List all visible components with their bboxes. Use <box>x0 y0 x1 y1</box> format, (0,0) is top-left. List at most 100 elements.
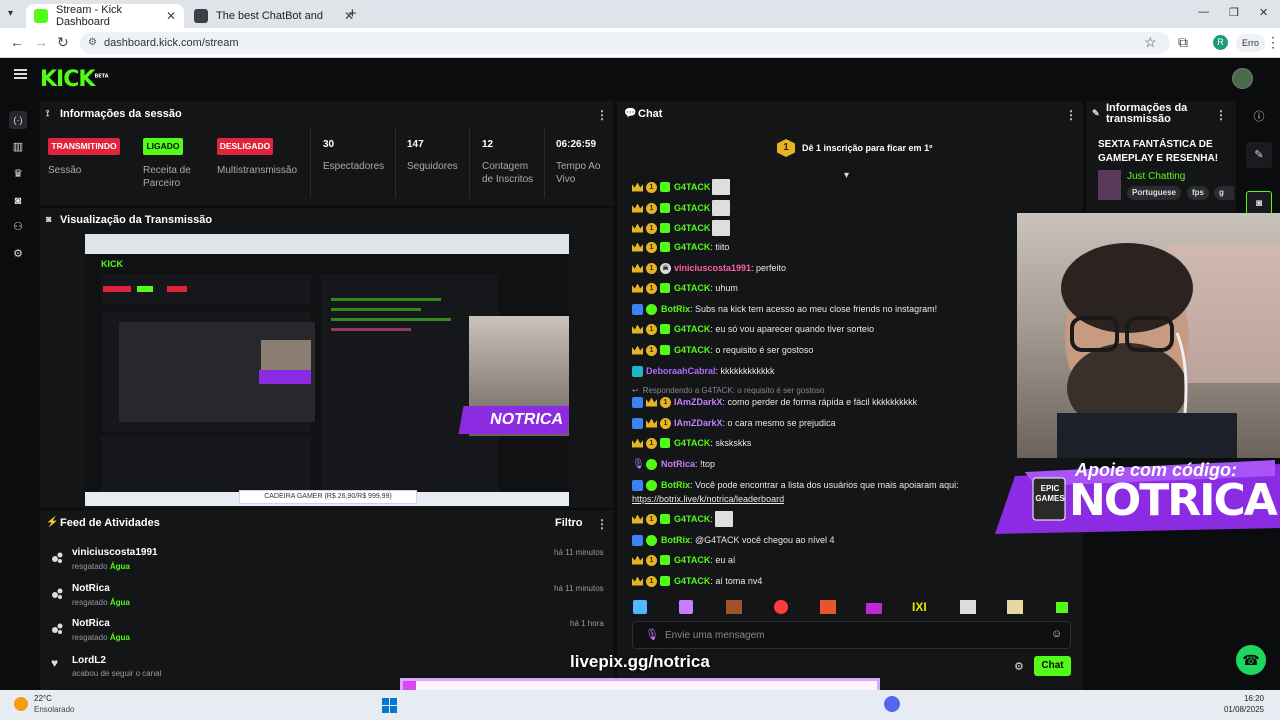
chat-username[interactable]: viniciuscosta1991 <box>674 263 751 273</box>
stream-icon[interactable]: (·) <box>9 111 27 129</box>
close-window-icon[interactable]: ✕ <box>1259 6 1268 19</box>
chat-username[interactable]: G4TACK <box>674 345 710 355</box>
reload-icon[interactable]: ↻ <box>57 34 69 51</box>
close-tab-icon[interactable]: ✕ <box>166 9 176 23</box>
bookmark-star-icon[interactable]: ☆ <box>1144 34 1157 51</box>
feed-user-name[interactable]: LordL2 <box>72 655 106 666</box>
feed-user-name[interactable]: viniciuscosta1991 <box>72 547 158 558</box>
emote-bar-icon[interactable] <box>726 600 742 614</box>
back-icon[interactable]: ← <box>10 34 24 50</box>
settings-icon[interactable]: ⚙ <box>9 245 27 263</box>
community-icon[interactable]: ⚇ <box>9 218 27 236</box>
chat-username[interactable]: NotRica <box>661 459 695 469</box>
chat-username[interactable]: G4TACK <box>674 203 710 213</box>
emoji-picker-icon[interactable]: ☺ <box>1051 628 1062 640</box>
kick-logo[interactable]: KICKBETA <box>40 67 109 92</box>
chat-text: : uhum <box>710 283 738 293</box>
error-button[interactable]: Erro <box>1236 34 1266 52</box>
chat-username[interactable]: G4TACK <box>674 438 710 448</box>
site-info-icon[interactable]: ⚙ <box>88 32 97 54</box>
chat-settings-icon[interactable]: ⚙ <box>1014 660 1024 673</box>
windows-start-icon[interactable] <box>382 698 397 713</box>
stream-preview-video[interactable]: KICK NOTRICA CADEIRA GAMER (R$ 26,90/R$ … <box>85 234 569 506</box>
emote-bar-icon[interactable] <box>679 600 693 614</box>
chat-username[interactable]: IAmZDarkX <box>674 397 723 407</box>
weather-desc: Ensolarado <box>34 705 75 714</box>
tab-chatbot[interactable]: The best ChatBot and Widgets ✕ <box>186 4 362 28</box>
new-tab-icon[interactable]: + <box>348 5 357 22</box>
preview-icon: ◙ <box>46 214 52 224</box>
clock-time[interactable]: 16:20 <box>1218 694 1264 703</box>
divider <box>395 128 396 198</box>
logo-text: KICK <box>40 67 95 92</box>
emote-bar-icon[interactable] <box>774 600 788 614</box>
category-name[interactable]: Just Chatting <box>1127 171 1185 182</box>
emote-bar-icon[interactable] <box>1056 602 1068 613</box>
forward-icon[interactable]: → <box>34 34 48 50</box>
emote-bar-icon[interactable] <box>960 600 976 614</box>
chat-username[interactable]: BotRix <box>661 535 690 545</box>
session-menu-icon[interactable]: ⋮ <box>596 108 608 122</box>
chat-username[interactable]: G4TACK <box>674 242 710 252</box>
chat-username[interactable]: G4TACK <box>674 283 710 293</box>
browser-menu-icon[interactable]: ⋮ <box>1266 34 1280 51</box>
feed-menu-icon[interactable]: ⋮ <box>596 517 608 531</box>
profile-avatar[interactable]: R <box>1213 35 1228 50</box>
analytics-icon[interactable]: ▥ <box>9 138 27 156</box>
bot-icon <box>632 534 643 546</box>
chat-username[interactable]: G4TACK <box>674 223 710 233</box>
leaderboard-link[interactable]: https://botrix.live/k/notrica/leaderboar… <box>632 494 784 504</box>
chat-username[interactable]: G4TACK <box>674 324 710 334</box>
extensions-icon[interactable]: ⧉ <box>1178 34 1188 51</box>
tab-stream-dashboard[interactable]: Stream - Kick Dashboard ✕ <box>26 4 184 28</box>
chat-message: 1 IAmZDarkX: como perder de forma rápida … <box>632 394 917 410</box>
verified-icon <box>646 479 657 491</box>
chat-username[interactable]: G4TACK <box>674 514 710 524</box>
chat-input[interactable]: 🎙 Envie uma mensagem ☺ <box>632 621 1071 649</box>
gifter-icon <box>660 345 670 355</box>
support-headset-icon[interactable]: ☎ <box>1236 645 1266 675</box>
chat-message: 1 ☠ viniciuscosta1991: perfeito <box>632 260 786 276</box>
mic-icon: 🎙 <box>645 629 659 641</box>
trophy-icon[interactable]: ♛ <box>9 165 27 183</box>
chat-menu-icon[interactable]: ⋮ <box>1065 108 1077 122</box>
stream-info-menu-icon[interactable]: ⋮ <box>1215 108 1227 122</box>
tab-list-icon[interactable]: ▾ <box>8 8 13 19</box>
user-avatar[interactable] <box>1232 68 1253 89</box>
url-field[interactable]: ⚙ dashboard.kick.com/stream <box>80 32 1170 54</box>
chat-username[interactable]: DeboraahCabral <box>646 366 716 376</box>
redeem-icon <box>51 550 63 563</box>
info-icon[interactable]: ⓘ <box>1250 108 1268 126</box>
discord-icon[interactable] <box>884 696 900 712</box>
rank-icon: 1 <box>646 262 657 274</box>
chat-username[interactable]: BotRix <box>661 304 690 314</box>
restore-icon[interactable]: ❐ <box>1229 6 1239 19</box>
edit-pencil-icon[interactable]: ✎ <box>1246 142 1272 168</box>
filter-button[interactable]: Filtro <box>555 517 583 529</box>
rank-icon: 1 <box>646 437 657 449</box>
emote-bar-icon[interactable]: IXI <box>912 600 927 614</box>
filter-chat-icon[interactable]: ▾ <box>844 170 849 181</box>
emote-bar-icon[interactable] <box>820 600 836 614</box>
emote-bar-icon[interactable] <box>633 600 647 614</box>
divider <box>310 128 311 198</box>
emote-bar-icon[interactable] <box>1007 600 1023 614</box>
feed-user-name[interactable]: NotRica <box>72 583 110 594</box>
emote-bar-icon[interactable] <box>866 603 882 614</box>
feed-action: resgatado <box>72 598 108 607</box>
hamburger-menu-icon[interactable] <box>14 69 27 79</box>
chat-username[interactable]: BotRix <box>661 480 690 490</box>
feed-user-name[interactable]: NotRica <box>72 618 110 629</box>
emote-icon <box>712 179 731 195</box>
send-chat-button[interactable]: Chat <box>1034 656 1071 676</box>
gifter-icon <box>660 242 670 252</box>
chat-username[interactable]: G4TACK <box>674 576 710 586</box>
moderation-icon[interactable]: ◙ <box>9 192 27 210</box>
rank-icon: 1 <box>646 323 657 335</box>
preview-browser-chrome <box>85 234 569 254</box>
minimize-icon[interactable]: — <box>1198 6 1209 18</box>
weather-temp[interactable]: 22°C <box>34 694 52 703</box>
chat-username[interactable]: G4TACK <box>674 555 710 565</box>
chat-username[interactable]: G4TACK <box>674 182 710 192</box>
chat-username[interactable]: IAmZDarkX <box>674 418 723 428</box>
